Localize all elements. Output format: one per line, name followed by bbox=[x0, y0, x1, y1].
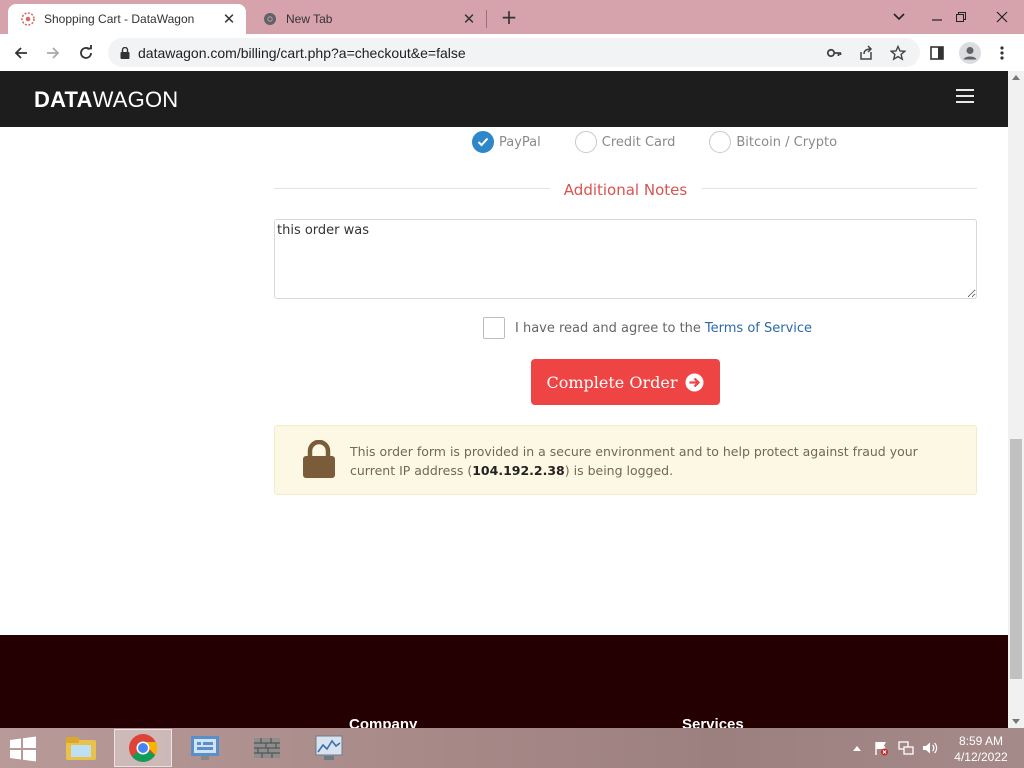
site-footer: Company Services bbox=[0, 635, 1008, 733]
payment-option-label: PayPal bbox=[499, 134, 541, 150]
tab-search-icon[interactable] bbox=[882, 0, 916, 34]
address-bar[interactable]: datawagon.com/billing/cart.php?a=checkou… bbox=[108, 38, 920, 67]
tab-title: Shopping Cart - DataWagon bbox=[44, 12, 195, 26]
browser-toolbar: datawagon.com/billing/cart.php?a=checkou… bbox=[0, 34, 1024, 71]
browser-tab-active[interactable]: Shopping Cart - DataWagon ✕ bbox=[8, 4, 246, 34]
radio-unchecked[interactable] bbox=[709, 131, 732, 153]
restore-button[interactable] bbox=[944, 0, 978, 34]
back-arrow-icon[interactable] bbox=[8, 40, 34, 66]
clock-date: 4/12/2022 bbox=[954, 750, 1008, 764]
share-icon[interactable] bbox=[857, 44, 875, 62]
radio-unchecked[interactable] bbox=[574, 131, 597, 153]
padlock-icon bbox=[302, 439, 336, 478]
taskbar-file-explorer[interactable] bbox=[52, 729, 110, 767]
logo-bold-text: DATA bbox=[34, 87, 93, 112]
sidepanel-icon[interactable] bbox=[928, 44, 946, 62]
scroll-up-arrow-icon[interactable] bbox=[1012, 75, 1020, 80]
reload-icon[interactable] bbox=[73, 40, 99, 66]
taskbar-clock[interactable]: 8:59 AM 4/12/2022 bbox=[946, 733, 1016, 765]
terms-of-service-link[interactable]: Terms of Service bbox=[705, 321, 812, 336]
payment-option-paypal[interactable]: PayPal bbox=[472, 131, 541, 153]
scroll-down-arrow-icon[interactable] bbox=[1012, 719, 1020, 724]
logo-thin-text: WAGON bbox=[92, 87, 179, 112]
page-scrollbar[interactable] bbox=[1008, 71, 1024, 728]
url-text: datawagon.com/billing/cart.php?a=checkou… bbox=[138, 44, 466, 61]
tab-close-icon[interactable]: ✕ bbox=[460, 10, 478, 28]
site-logo[interactable]: DATAWAGON bbox=[34, 87, 178, 113]
tab-title: New Tab bbox=[286, 12, 333, 26]
checkmark-icon bbox=[477, 137, 489, 147]
datawagon-favicon bbox=[20, 11, 36, 27]
payment-option-credit-card[interactable]: Credit Card bbox=[574, 131, 676, 153]
windows-taskbar: 8:59 AM 4/12/2022 bbox=[0, 728, 1024, 768]
tray-expand-icon[interactable] bbox=[850, 728, 864, 768]
forward-arrow-icon[interactable] bbox=[40, 40, 66, 66]
secure-notice-text: This order form is provided in a secure … bbox=[350, 444, 918, 478]
payment-option-label: Bitcoin / Crypto bbox=[736, 134, 838, 150]
tos-agreement: I have read and agree to the Terms of Se… bbox=[483, 316, 812, 340]
hamburger-menu-icon[interactable] bbox=[956, 89, 974, 105]
scrollbar-thumb[interactable] bbox=[1010, 439, 1022, 679]
browser-tab-strip: Shopping Cart - DataWagon ✕ New Tab ✕ + bbox=[0, 0, 1024, 34]
site-header: DATAWAGON bbox=[0, 71, 1008, 127]
ip-address: 104.192.2.38 bbox=[472, 463, 565, 478]
windows-start-icon[interactable] bbox=[8, 736, 38, 762]
kebab-menu-icon[interactable] bbox=[993, 44, 1011, 62]
additional-notes-heading: Additional Notes bbox=[274, 178, 977, 200]
taskbar-firewall-app[interactable] bbox=[238, 729, 296, 767]
new-tab-button[interactable]: + bbox=[498, 5, 520, 29]
action-center-flag-icon[interactable] bbox=[872, 728, 890, 768]
arrow-circle-right-icon bbox=[685, 373, 704, 392]
complete-order-button[interactable]: Complete Order bbox=[531, 359, 720, 405]
section-title: Additional Notes bbox=[549, 181, 702, 199]
key-icon[interactable] bbox=[825, 44, 843, 62]
button-label: Complete Order bbox=[546, 372, 678, 392]
payment-method-group: PayPal Credit Card Bitcoin / Crypto bbox=[472, 130, 871, 154]
notes-textarea[interactable] bbox=[274, 219, 977, 299]
tos-text: I have read and agree to the bbox=[515, 320, 701, 336]
clock-time: 8:59 AM bbox=[958, 734, 1004, 748]
volume-icon[interactable] bbox=[921, 728, 939, 768]
secure-notice: This order form is provided in a secure … bbox=[274, 425, 977, 495]
close-window-button[interactable] bbox=[980, 0, 1024, 34]
taskbar-chrome[interactable] bbox=[114, 729, 172, 767]
tab-close-icon[interactable]: ✕ bbox=[220, 10, 238, 28]
tos-checkbox[interactable] bbox=[483, 317, 505, 339]
star-icon[interactable] bbox=[889, 44, 907, 62]
taskbar-network-app[interactable] bbox=[176, 729, 234, 767]
network-icon[interactable] bbox=[897, 728, 915, 768]
tab-separator bbox=[486, 10, 487, 28]
payment-option-label: Credit Card bbox=[601, 134, 676, 150]
browser-tab-inactive[interactable]: New Tab ✕ bbox=[250, 4, 486, 34]
chrome-favicon bbox=[262, 11, 278, 27]
taskbar-monitor-app[interactable] bbox=[300, 729, 358, 767]
payment-option-crypto[interactable]: Bitcoin / Crypto bbox=[709, 131, 837, 153]
radio-checked[interactable] bbox=[472, 131, 494, 153]
lock-icon[interactable] bbox=[118, 46, 132, 60]
profile-icon[interactable] bbox=[958, 41, 982, 65]
